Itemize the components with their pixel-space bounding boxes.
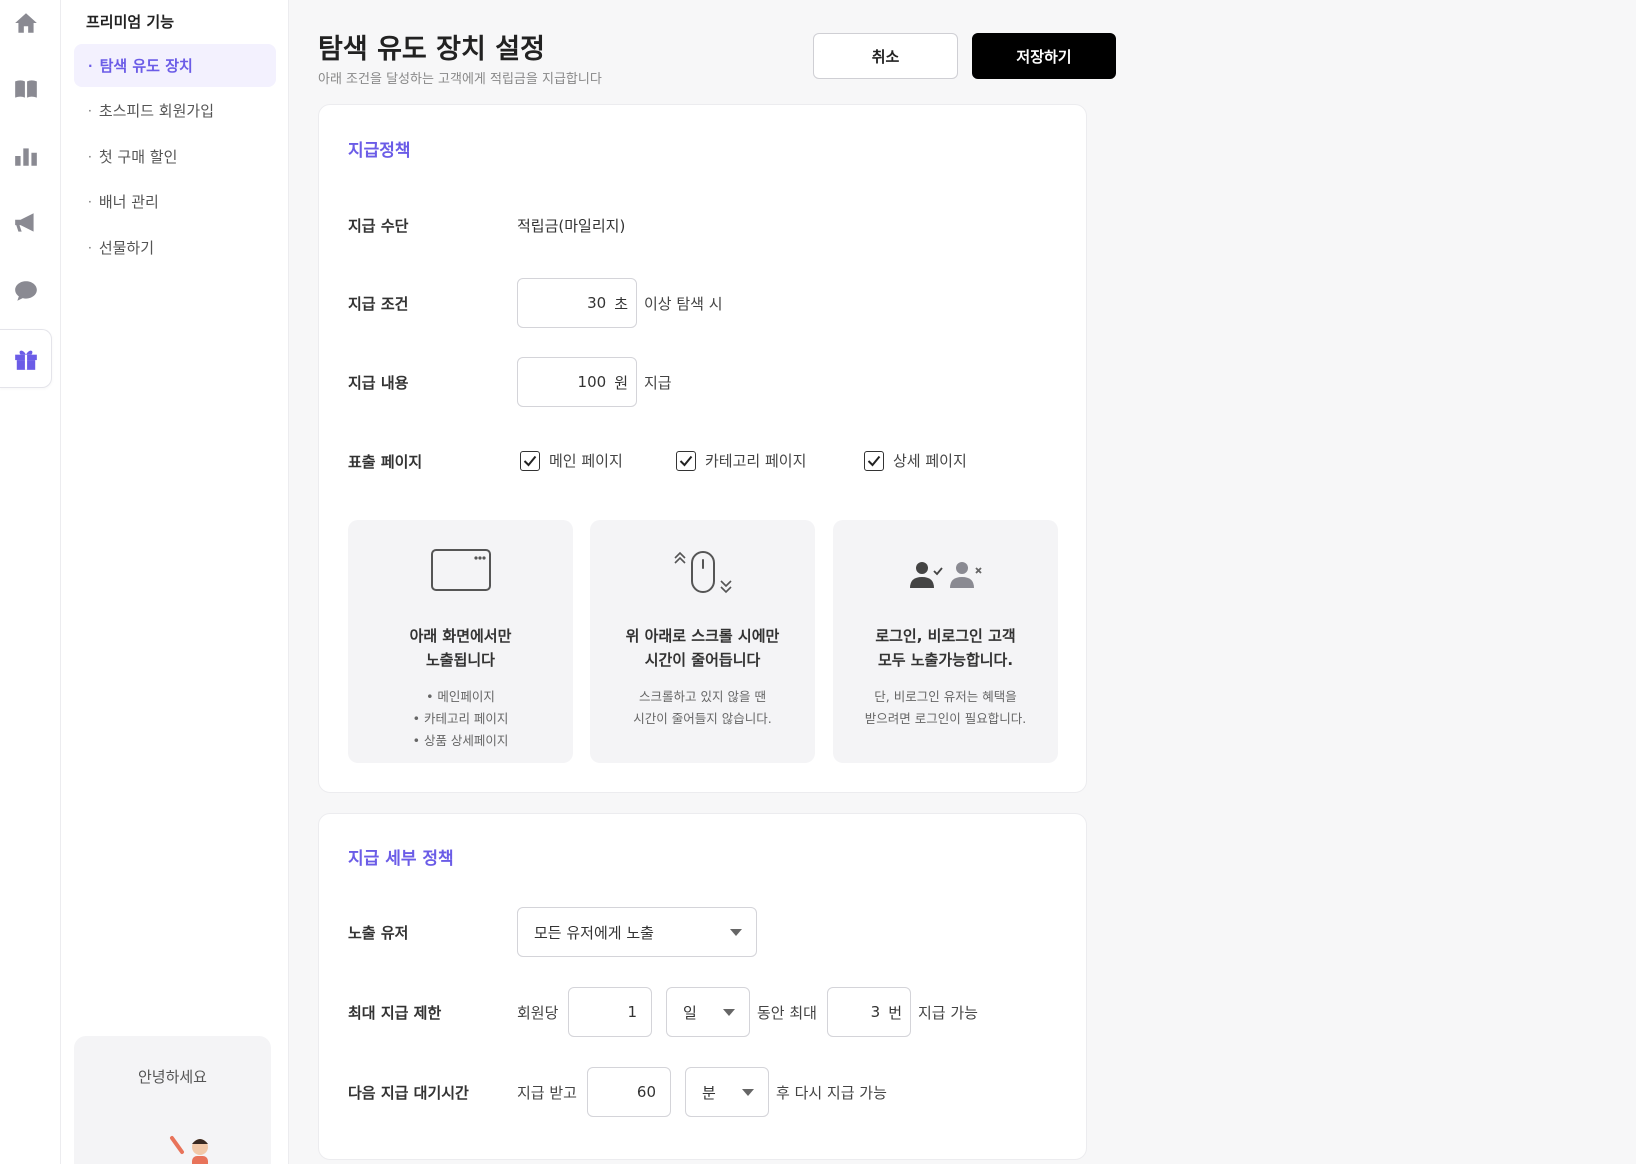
content-suffix: 지급 — [644, 374, 672, 392]
sidebar-item-quick-signup[interactable]: · 초스피드 회원가입 — [74, 89, 276, 132]
chevron-down-icon — [730, 929, 742, 936]
rail-gift[interactable] — [0, 329, 52, 388]
rail-stats[interactable] — [0, 127, 52, 185]
wait-value-input[interactable]: 60 — [587, 1067, 671, 1117]
section-title: 지급정책 — [348, 141, 411, 161]
select-value: 일 — [683, 1003, 697, 1022]
rail-book[interactable] — [0, 60, 52, 118]
condition-suffix: 이상 탐색 시 — [644, 295, 723, 313]
input-value: 1 — [627, 1003, 637, 1021]
payment-condition-label: 지급 조건 — [348, 295, 409, 313]
checkbox-checked-icon — [864, 450, 884, 471]
chat-bubble-icon — [15, 281, 37, 301]
info-card-title: 위 아래로 스크롤 시에만 시간이 줄어듭니다 — [625, 627, 780, 669]
payment-content-label: 지급 내용 — [348, 374, 409, 392]
sidebar-item-label: 첫 구매 할인 — [98, 148, 178, 166]
input-unit: 번 — [888, 1003, 902, 1022]
cancel-button[interactable]: 취소 — [813, 33, 958, 79]
rail-chat[interactable] — [0, 262, 52, 320]
page-title: 탐색 유도 장치 설정 — [318, 34, 545, 65]
rail-home[interactable] — [0, 0, 52, 52]
info-card-description: 단, 비로그인 유저는 혜택을 받으려면 로그인이 필요합니다. — [864, 689, 1027, 726]
bar-chart-icon — [15, 148, 37, 166]
exposure-user-select[interactable]: 모든 유저에게 노출 — [517, 907, 757, 957]
input-value: 60 — [636, 1083, 656, 1101]
select-value: 모든 유저에게 노출 — [534, 923, 654, 942]
info-card-login: 로그인, 비로그인 고객 모두 노출가능합니다. 단, 비로그인 유저는 혜택을… — [833, 520, 1058, 763]
payment-policy-card: 지급정책 지급 수단 적립금(마일리지) 지급 조건 30 초 이상 탐색 시 … — [318, 104, 1087, 793]
sidebar-item-label: 선물하기 — [98, 239, 155, 257]
wait-time-label: 다음 지급 대기시간 — [348, 1084, 469, 1102]
sidebar-title: 프리미엄 기능 — [86, 13, 175, 31]
browser-window-icon — [430, 549, 491, 591]
sidebar-item-label: 탐색 유도 장치 — [99, 57, 193, 75]
character-illustration-icon — [170, 1136, 208, 1164]
greeting-card: 안녕하세요 — [74, 1036, 271, 1164]
sidebar-item-explore-inducer[interactable]: · 탐색 유도 장치 — [74, 44, 276, 87]
bullet: · — [88, 240, 92, 255]
chevron-down-icon — [742, 1089, 754, 1096]
greeting-text: 안녕하세요 — [137, 1068, 207, 1086]
wait-suffix: 후 다시 지급 가능 — [776, 1084, 887, 1102]
sidebar-item-banner[interactable]: · 배너 관리 — [74, 180, 276, 223]
sidebar-item-label: 초스피드 회원가입 — [98, 102, 214, 120]
input-value: 30 — [587, 294, 607, 312]
megaphone-icon — [15, 213, 34, 232]
users-login-icon — [909, 562, 982, 588]
info-card-title: 아래 화면에서만 노출됩니다 — [409, 627, 512, 669]
limit-middle-text: 동안 최대 — [757, 1004, 817, 1022]
bullet: · — [88, 103, 92, 118]
wait-prefix: 지급 받고 — [517, 1084, 577, 1102]
info-card-bullets: 메인페이지 카테고리 페이지 상품 상세페이지 — [348, 686, 573, 752]
input-value: 100 — [577, 373, 607, 391]
limit-prefix: 회원당 — [517, 1004, 559, 1022]
content-amount-input[interactable]: 100 원 — [517, 357, 637, 407]
gift-icon — [14, 350, 37, 370]
select-value: 분 — [702, 1083, 716, 1102]
checkbox-label: 메인 페이지 — [549, 452, 623, 470]
info-card-screens: 아래 화면에서만 노출됩니다 메인페이지 카테고리 페이지 상품 상세페이지 — [348, 520, 573, 763]
info-card-description: 스크롤하고 있지 않을 땐 시간이 줄어들지 않습니다. — [633, 689, 772, 726]
display-page-label: 표출 페이지 — [348, 453, 423, 471]
rail-marketing[interactable] — [0, 194, 52, 252]
wait-unit-select[interactable]: 분 — [685, 1067, 769, 1117]
limit-count-input[interactable]: 3 번 — [827, 987, 911, 1037]
payment-detail-card: 지급 세부 정책 노출 유저 모든 유저에게 노출 최대 지급 제한 회원당 1… — [318, 813, 1087, 1160]
bullet: · — [88, 194, 92, 209]
info-card-title: 로그인, 비로그인 고객 모두 노출가능합니다. — [875, 627, 1016, 669]
sidebar-item-first-purchase[interactable]: · 첫 구매 할인 — [74, 135, 276, 178]
save-button[interactable]: 저장하기 — [972, 33, 1116, 79]
info-card-scroll: 위 아래로 스크롤 시에만 시간이 줄어듭니다 스크롤하고 있지 않을 땐 시간… — [590, 520, 815, 763]
limit-period-unit-select[interactable]: 일 — [666, 987, 750, 1037]
limit-suffix: 지급 가능 — [918, 1004, 978, 1022]
checkbox-label: 상세 페이지 — [893, 452, 967, 470]
sidebar-item-label: 배너 관리 — [98, 193, 159, 211]
payment-method-value: 적립금(마일리지) — [517, 217, 626, 235]
detail-page-checkbox[interactable]: 상세 페이지 — [864, 450, 967, 471]
input-unit: 원 — [614, 373, 628, 392]
section-title: 지급 세부 정책 — [348, 849, 454, 869]
icon-rail — [0, 0, 61, 1164]
bullet: · — [88, 149, 92, 164]
checkbox-label: 카테고리 페이지 — [705, 452, 807, 470]
checkbox-checked-icon — [676, 450, 696, 471]
mouse-scroll-icon — [673, 551, 732, 594]
page-subtitle: 아래 조건을 달성하는 고객에게 적립금을 지급합니다 — [318, 72, 602, 87]
book-icon — [15, 80, 37, 98]
main-page-checkbox[interactable]: 메인 페이지 — [520, 450, 623, 471]
feature-sidebar: 프리미엄 기능 · 탐색 유도 장치 · 초스피드 회원가입 · 첫 구매 할인… — [61, 0, 289, 1164]
checkbox-checked-icon — [520, 450, 540, 471]
input-unit: 초 — [614, 294, 628, 313]
sidebar-item-gift[interactable]: · 선물하기 — [74, 226, 276, 269]
bullet: · — [88, 58, 93, 73]
exposure-user-label: 노출 유저 — [348, 924, 409, 942]
condition-seconds-input[interactable]: 30 초 — [517, 278, 637, 328]
max-limit-label: 최대 지급 제한 — [348, 1004, 442, 1022]
chevron-down-icon — [723, 1009, 735, 1016]
home-icon — [15, 13, 37, 33]
limit-period-input[interactable]: 1 — [568, 987, 652, 1037]
payment-method-label: 지급 수단 — [348, 217, 409, 235]
input-value: 3 — [870, 1003, 881, 1021]
category-page-checkbox[interactable]: 카테고리 페이지 — [676, 450, 806, 471]
